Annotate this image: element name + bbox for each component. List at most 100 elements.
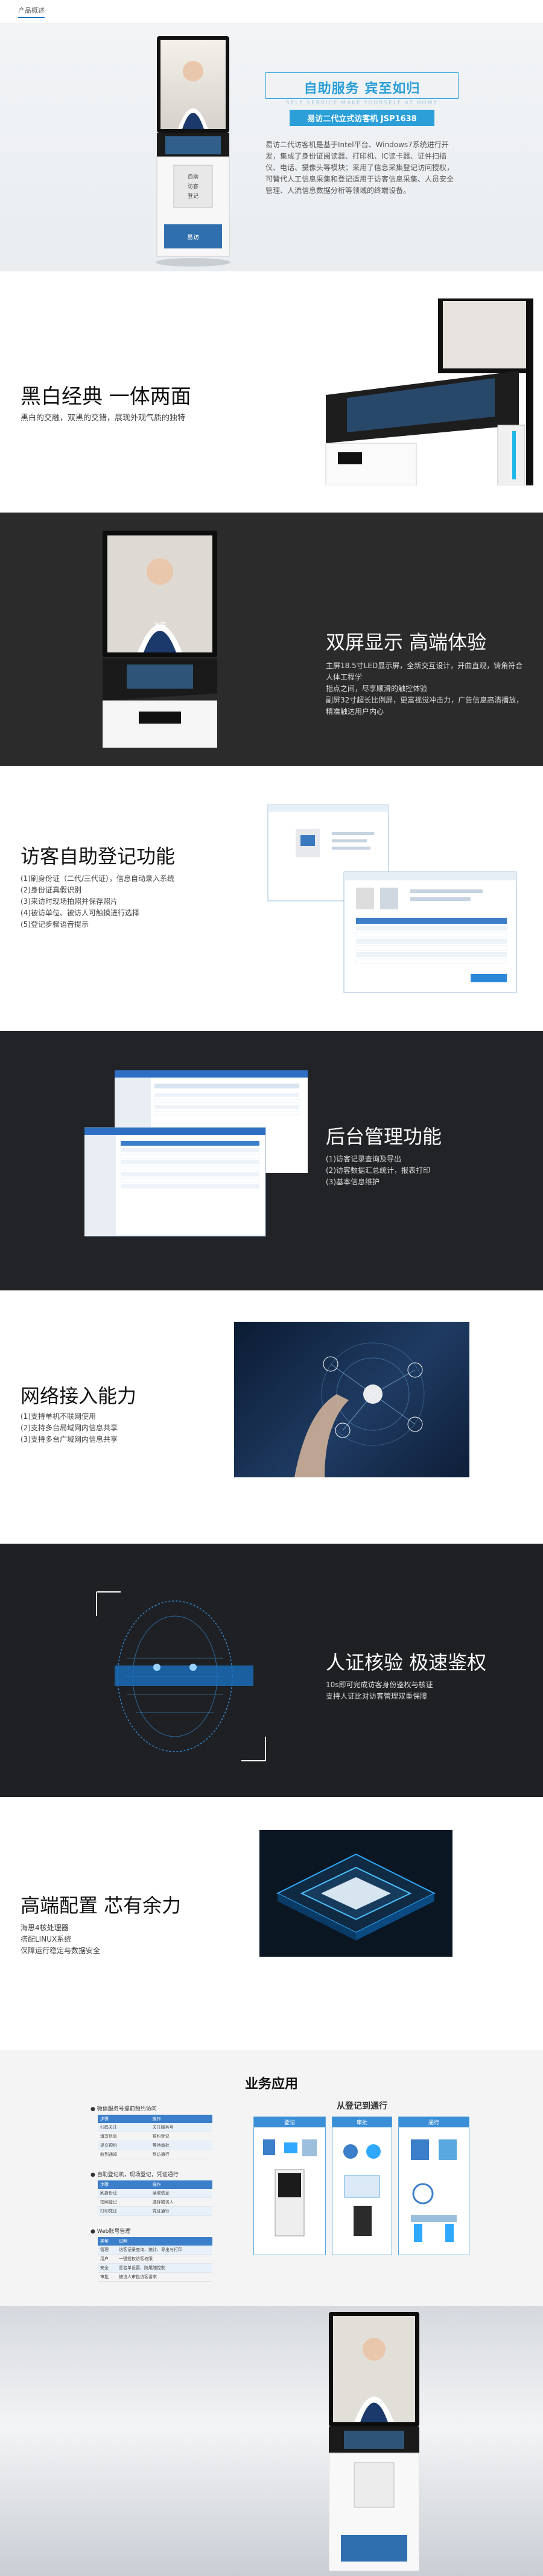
backend-item-2: (2)访客数据汇总统计，报表打印 bbox=[326, 1166, 430, 1175]
screen-overlay-text: 访客 bbox=[154, 621, 166, 629]
business-table: 类型 说明 管理 访客记录查询、统计、导出与打印 用户 一键授权访客权限 安全 黑名单设置、防… bbox=[98, 2237, 212, 2282]
kiosk-product-image: 自助 访客 登记 易访 bbox=[156, 36, 230, 267]
table-header: 步骤 bbox=[98, 2115, 150, 2123]
business-title: 业务应用 bbox=[244, 2077, 298, 2092]
table-row: 提交预约 等待审批 bbox=[98, 2141, 212, 2150]
registration-item-4: (4)被访单位、被访人可触摸进行选择 bbox=[21, 909, 139, 917]
registration-screenshots bbox=[267, 804, 517, 993]
chip-graphic bbox=[276, 1853, 436, 1940]
registration-item-5: (5)登记步骤语音提示 bbox=[21, 920, 89, 929]
table-cell: 填写信息 bbox=[98, 2132, 150, 2141]
backend-item-3: (3)基本信息维护 bbox=[326, 1178, 379, 1186]
registration-item-1: (1)刷身份证（二代/三代证），信息自动录入系统 bbox=[21, 874, 175, 883]
backend-list: (1)访客记录查询及导出 (2)访客数据汇总统计，报表打印 (3)基本信息维护 bbox=[326, 1154, 430, 1188]
table-cell: 被访人审批访客请求 bbox=[116, 2272, 212, 2282]
table-cell: 用户 bbox=[98, 2254, 116, 2264]
network-icons-graphic bbox=[294, 1342, 425, 1477]
table-cell: 管理 bbox=[98, 2246, 116, 2255]
kiosk-brand-label: 易访 bbox=[187, 234, 199, 241]
table-cell: 到访通行 bbox=[150, 2150, 212, 2159]
business-group: ● 微信服务号提前预约访问 步骤 操作 扫码关注 关注服务号 填写信息 预约登记 提交预约 等待… bbox=[91, 2104, 259, 2159]
hero-promo: 自助服务 宾至如归 SELF SERVICE MAKE YOURSELF AT … bbox=[265, 72, 459, 197]
business-table: 步骤 操作 刷身份证 读取信息 拍照登记 选择被访人 打印凭证 凭证通行 bbox=[98, 2180, 212, 2216]
table-cell: 预约登记 bbox=[150, 2132, 212, 2141]
table-cell: 等待审批 bbox=[150, 2141, 212, 2150]
table-row: 扫码关注 关注服务号 bbox=[98, 2123, 212, 2132]
face-verify-list: 10s即可完成访客身份鉴权与核证 支持人证比对访客管理双重保障 bbox=[326, 1679, 433, 1702]
network-item-1: (1)支持单机不联网使用 bbox=[21, 1412, 96, 1421]
face-verify-section: 人证核验 极速鉴权 10s即可完成访客身份鉴权与核证 支持人证比对访客管理双重保… bbox=[0, 1544, 543, 1797]
table-cell: 收到通知 bbox=[98, 2150, 150, 2159]
showcase-section bbox=[0, 2306, 543, 2576]
registration-title: 访客自助登记功能 bbox=[21, 845, 176, 868]
face-verify-title: 人证核验 极速鉴权 bbox=[326, 1651, 487, 1674]
network-title: 网络接入能力 bbox=[21, 1384, 137, 1407]
business-table: 步骤 操作 扫码关注 关注服务号 填写信息 预约登记 提交预约 等待审批 收到通知 到访通行 bbox=[98, 2115, 212, 2159]
table-header-row: 类型 说明 bbox=[98, 2237, 212, 2246]
showcase-kiosk-image bbox=[329, 2312, 419, 2571]
hero-subtitle-en: SELF SERVICE MAKE YOURSELF AT HOME bbox=[285, 100, 439, 106]
table-header: 操作 bbox=[150, 2180, 212, 2189]
table-cell: 拍照登记 bbox=[98, 2197, 150, 2207]
flow-step-pass-label: 通行 bbox=[399, 2117, 469, 2127]
network-list: (1)支持单机不联网使用 (2)支持多台局域网内信息共享 (3)支持多台广域网内… bbox=[21, 1411, 118, 1445]
business-group-title: ● 自助登记机，现场登记，凭证通行 bbox=[91, 2172, 179, 2178]
backend-screenshots bbox=[84, 1070, 308, 1237]
hardware-section: 高端配置 芯有余力 海思4核处理器 搭配LINUX系统 保障运行稳定与数据安全 bbox=[0, 1797, 543, 2050]
table-row: 收到通知 到访通行 bbox=[98, 2150, 212, 2159]
table-row: 刷身份证 读取信息 bbox=[98, 2189, 212, 2198]
table-cell: 安全 bbox=[98, 2263, 116, 2273]
table-cell: 刷身份证 bbox=[98, 2189, 150, 2198]
business-group-title: ● Web账号管理 bbox=[91, 2229, 131, 2235]
classic-description: 黑白的交融，双黑的交错，展现外观气质的独特 bbox=[21, 414, 186, 423]
flow-step-register: 登记 bbox=[253, 2117, 326, 2255]
hardware-item-2: 搭配LINUX系统 bbox=[21, 1935, 72, 1943]
breadcrumb[interactable]: 产品概述 bbox=[18, 5, 45, 18]
table-cell: 选择被访人 bbox=[150, 2197, 212, 2207]
business-group: ● Web账号管理类型 说明 管理 访客记录查询、统计、导出与打印 用户 一键授权访客权限… bbox=[91, 2227, 259, 2282]
hero-description: 易访二代访客机是基于Intel平台、Windows7系统进行开发，集成了身份证阅… bbox=[265, 140, 454, 195]
dual-screen-section: 访客 双屏显示 高端体验 主屏18.5寸LED显示屏，全新交互设计，开曲直观，铸… bbox=[0, 513, 543, 766]
table-cell: 一键授权访客权限 bbox=[116, 2254, 212, 2264]
table-cell: 提交预约 bbox=[98, 2141, 150, 2150]
dual-screen-line-1: 主屏18.5寸LED显示屏，全新交互设计，开曲直观，铸角符合人体工程学 bbox=[326, 661, 523, 681]
flow-step-register-label: 登记 bbox=[254, 2117, 325, 2127]
table-header: 类型 bbox=[98, 2237, 116, 2246]
table-cell: 黑名单设置、防尾随控制 bbox=[116, 2263, 212, 2273]
table-cell: 访客记录查询、统计、导出与打印 bbox=[116, 2246, 212, 2255]
hardware-list: 海思4核处理器 搭配LINUX系统 保障运行稳定与数据安全 bbox=[21, 1922, 100, 1957]
dual-screen-title: 双屏显示 高端体验 bbox=[326, 631, 487, 654]
face-verify-item-2: 支持人证比对访客管理双重保障 bbox=[326, 1692, 428, 1700]
network-section: 网络接入能力 (1)支持单机不联网使用 (2)支持多台局域网内信息共享 (3)支… bbox=[0, 1290, 543, 1544]
network-photo bbox=[234, 1322, 469, 1477]
backend-item-1: (1)访客记录查询及导出 bbox=[326, 1155, 401, 1163]
kiosk-label-2: 访客 bbox=[188, 183, 198, 190]
face-verify-item-1: 10s即可完成访客身份鉴权与核证 bbox=[326, 1681, 433, 1689]
hero-title: 自助服务 宾至如归 bbox=[265, 72, 459, 99]
business-group-title: ● 微信服务号提前预约访问 bbox=[91, 2106, 157, 2112]
table-cell: 读取信息 bbox=[150, 2189, 212, 2198]
flow-step-pass: 通行 bbox=[398, 2117, 469, 2255]
registration-item-3: (3)来访时现场拍照并保存照片 bbox=[21, 897, 118, 906]
flow-step-approve: 审批 bbox=[332, 2117, 392, 2255]
table-row: 拍照登记 选择被访人 bbox=[98, 2197, 212, 2207]
dual-screen-description: 主屏18.5寸LED显示屏，全新交互设计，开曲直观，铸角符合人体工程学 指点之间… bbox=[326, 660, 525, 718]
table-row: 用户 一键授权访客权限 bbox=[98, 2254, 212, 2264]
backend-section: 后台管理功能 (1)访客记录查询及导出 (2)访客数据汇总统计，报表打印 (3)… bbox=[0, 1031, 543, 1290]
register-step-graphic bbox=[263, 2139, 317, 2237]
table-header-row: 步骤 操作 bbox=[98, 2115, 212, 2123]
table-row: 安全 黑名单设置、防尾随控制 bbox=[98, 2263, 212, 2273]
table-row: 审批 被访人审批访客请求 bbox=[98, 2272, 212, 2282]
business-section: 业务应用 ● 微信服务号提前预约访问 步骤 操作 扫码关注 关注服务号 填写信息 预约登记提… bbox=[0, 2050, 543, 2306]
hardware-item-3: 保障运行稳定与数据安全 bbox=[21, 1946, 101, 1955]
hardware-item-1: 海思4核处理器 bbox=[21, 1924, 69, 1932]
kiosk-label-3: 登记 bbox=[188, 193, 198, 200]
table-header: 操作 bbox=[150, 2115, 212, 2123]
table-row: 打印凭证 凭证通行 bbox=[98, 2206, 212, 2216]
network-item-2: (2)支持多台局域网内信息共享 bbox=[21, 1424, 118, 1432]
hardware-title: 高端配置 芯有余力 bbox=[21, 1894, 182, 1917]
chip-photo bbox=[259, 1830, 453, 1957]
hero-section: 自助 访客 登记 易访 自助服务 宾至如归 SELF SERVICE MAKE … bbox=[0, 24, 543, 271]
kiosk-label-1: 自助 bbox=[188, 173, 198, 180]
business-flow: 从登记到通行 登记 审批 通行 bbox=[253, 2100, 471, 2281]
